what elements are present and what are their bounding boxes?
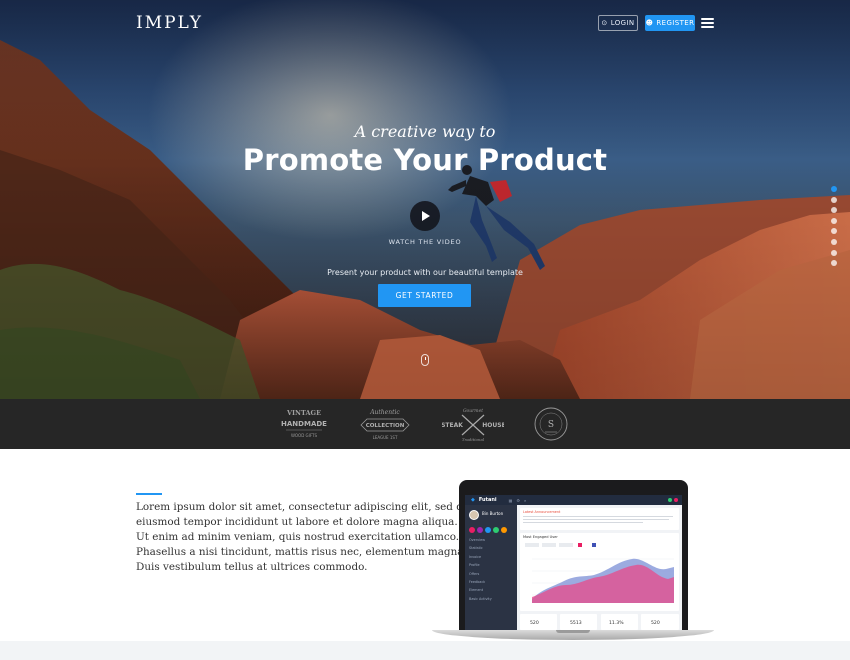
brand-logo-vintage-handmade: VINTAGE HANDMADE WOOD GIFTS (281, 409, 327, 438)
stat-card: 11.3% (601, 614, 638, 630)
hero-overlay (0, 0, 850, 399)
status-icon (668, 498, 672, 502)
login-button[interactable]: ⊙ LOGIN (598, 15, 638, 31)
hero-headline: Promote Your Product (242, 143, 608, 177)
stat-card: 5513 (560, 614, 597, 630)
footer-band (0, 641, 850, 660)
menu-icon[interactable] (701, 18, 714, 28)
paragraph-line: Lorem ipsum dolor sit amet, consectetur … (136, 501, 470, 513)
section-accent-line (136, 493, 162, 495)
slide-dot[interactable] (831, 260, 837, 267)
app-logo-icon: ◆ (471, 497, 475, 503)
sidebar-item: Profile (469, 563, 480, 568)
slide-dot[interactable] (831, 207, 837, 214)
slide-dot[interactable] (831, 249, 837, 256)
register-label: REGISTER (656, 19, 695, 27)
svg-text:HOUSE: HOUSE (482, 422, 504, 429)
paragraph-line: Ut enim ad minim veniam, quis nostrud ex… (136, 531, 460, 543)
sidebar-item: Offers (469, 571, 480, 576)
grid-icon: ▦ (508, 497, 513, 503)
login-icon: ⊙ (601, 18, 608, 27)
search-icon: ⌕ (524, 497, 527, 503)
paragraph-line: eiusmod tempor incididunt ut labore et d… (136, 516, 458, 528)
brand-logo-strip: VINTAGE HANDMADE WOOD GIFTS Authentic CO… (0, 399, 850, 449)
slide-indicators (831, 186, 837, 267)
laptop-notch (556, 630, 590, 633)
svg-text:S: S (548, 420, 554, 430)
engagement-area-chart (525, 543, 674, 603)
svg-text:WOOD GIFTS: WOOD GIFTS (291, 433, 318, 438)
dashboard-topbar: ◆ Futani ▦ ⚙ ⌕ (465, 495, 682, 505)
svg-text:LEAGUE 1ST: LEAGUE 1ST (373, 435, 398, 440)
svg-text:VINTAGE: VINTAGE (286, 409, 321, 417)
stat-value: 11.3% (609, 621, 624, 626)
sidebar-item: Feedback (469, 579, 486, 584)
stat-value: 520 (530, 621, 539, 626)
watch-video-label: WATCH THE VIDEO (388, 238, 462, 246)
sidebar-item: Statistic (469, 546, 483, 551)
svg-text:COLLECTION: COLLECTION (366, 423, 405, 429)
stat-value: 5513 (570, 621, 582, 626)
login-label: LOGIN (610, 19, 635, 27)
svg-text:Traditional: Traditional (462, 437, 485, 442)
get-started-button[interactable]: GET STARTED (378, 284, 471, 307)
play-icon (422, 211, 430, 221)
hero-section: IMPLY ⊙ LOGIN ☻ REGISTER A creative way … (0, 0, 850, 399)
svg-text:STEAK: STEAK (442, 422, 463, 429)
sidebar-item: Basic Activity (469, 596, 492, 601)
page: IMPLY ⊙ LOGIN ☻ REGISTER A creative way … (0, 0, 850, 660)
slide-dot[interactable] (831, 238, 837, 245)
intro-paragraph: Lorem ipsum dolor sit amet, consectetur … (136, 500, 470, 575)
brand-logo-steak-house: Gourmet STEAK HOUSE Traditional (442, 408, 504, 442)
brand-logo-authentic-collection: Authentic COLLECTION LEAGUE 1ST (360, 409, 410, 440)
dashboard-main: Latest Announcement Most Engaged User 52… (520, 508, 679, 630)
svg-text:Gourmet: Gourmet (463, 408, 483, 414)
laptop-screen: ◆ Futani ▦ ⚙ ⌕ Bin Burton Overview Stati… (465, 495, 682, 632)
hero-subtext: Present your product with our beautiful … (327, 268, 523, 277)
sidebar-item: Element (469, 588, 484, 593)
stat-card: 520 (520, 614, 557, 630)
dashboard-sidebar: Bin Burton Overview Statistic Invoice Pr… (465, 505, 517, 632)
paragraph-line: Duis vestibulum tellus at ultrices commo… (136, 561, 368, 573)
register-button[interactable]: ☻ REGISTER (645, 15, 695, 31)
sidebar-menu: Overview Statistic Invoice Profile Offer… (469, 538, 492, 601)
slide-dot[interactable] (831, 196, 837, 203)
dashboard-user-name: Bin Burton (482, 511, 504, 516)
notification-icon (674, 498, 678, 502)
announcement-card: Latest Announcement (520, 508, 679, 530)
sidebar-item: Overview (469, 538, 485, 542)
dashboard-app-name: Futani (478, 497, 497, 503)
brand-logo-badge: S (534, 407, 568, 441)
stat-card: 520 (641, 614, 679, 630)
hero-tagline: A creative way to (354, 122, 496, 141)
play-video-button[interactable] (410, 201, 440, 231)
engagement-chart-card: Most Engaged User (520, 533, 679, 611)
slide-dot[interactable] (831, 186, 837, 192)
laptop-mockup: ◆ Futani ▦ ⚙ ⌕ Bin Burton Overview Stati… (432, 480, 714, 642)
sidebar-item: Invoice (469, 554, 482, 559)
scroll-mouse-icon[interactable] (421, 354, 429, 366)
paragraph-line: Phasellus a nisi tincidunt, mattis risus… (136, 546, 467, 558)
slide-dot[interactable] (831, 228, 837, 235)
announcement-title: Latest Announcement (523, 510, 561, 514)
chart-title: Most Engaged User (523, 535, 558, 539)
user-plus-icon: ☻ (645, 18, 654, 27)
site-logo[interactable]: IMPLY (136, 13, 203, 33)
svg-text:HANDMADE: HANDMADE (281, 420, 327, 428)
sidebar-quick-icons (469, 527, 507, 533)
slide-dot[interactable] (831, 217, 837, 224)
avatar (469, 510, 479, 520)
settings-icon: ⚙ (516, 497, 520, 503)
stat-value: 520 (651, 621, 660, 626)
svg-text:Authentic: Authentic (369, 409, 400, 416)
